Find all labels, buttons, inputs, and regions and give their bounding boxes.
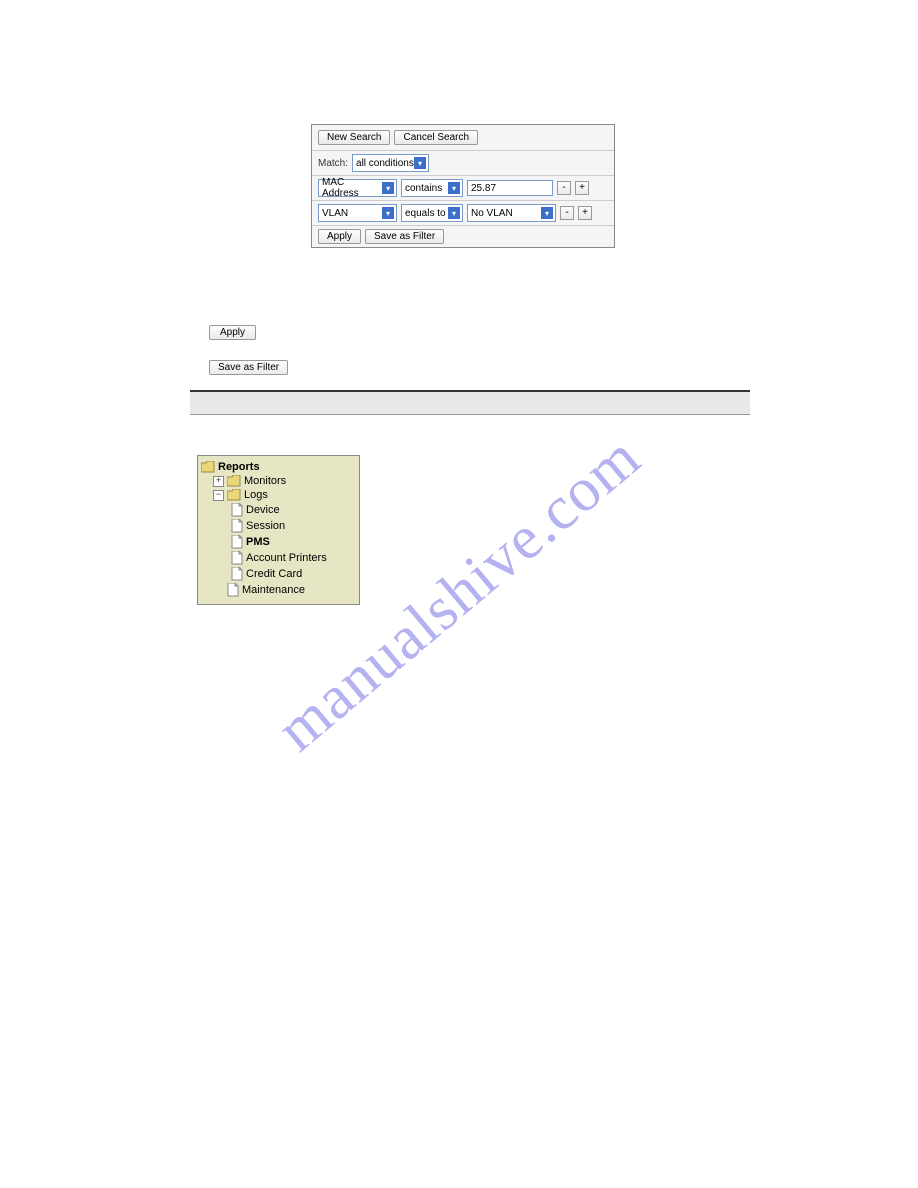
apply-button[interactable]: Apply — [209, 325, 256, 340]
value-select-2-value: No VLAN — [471, 208, 513, 219]
tree-item-session[interactable]: Session — [201, 518, 356, 534]
folder-open-icon — [201, 461, 215, 473]
tree-label-session: Session — [246, 520, 285, 532]
field-select-1-value: MAC Address — [322, 177, 382, 199]
value-select-2[interactable]: No VLAN ▾ — [467, 204, 556, 222]
tree-item-maintenance[interactable]: Maintenance — [201, 582, 356, 598]
collapse-icon[interactable]: − — [213, 490, 224, 501]
search-panel: New Search Cancel Search Match: all cond… — [311, 124, 615, 248]
criteria-row-1: MAC Address ▾ contains ▾ - + — [312, 176, 614, 201]
save-as-filter-button[interactable]: Save as Filter — [209, 360, 288, 375]
chevron-down-icon: ▾ — [448, 207, 460, 219]
match-select[interactable]: all conditions ▾ — [352, 154, 429, 172]
value-input-1[interactable] — [467, 180, 553, 196]
folder-open-icon — [227, 489, 241, 501]
tree-label-maintenance: Maintenance — [242, 584, 305, 596]
match-row: Match: all conditions ▾ — [312, 151, 614, 176]
file-icon — [227, 583, 239, 597]
criteria-row-2: VLAN ▾ equals to ▾ No VLAN ▾ - + — [312, 201, 614, 226]
navigation-tree: Reports + Monitors − Logs Device — [197, 455, 360, 605]
chevron-down-icon: ▾ — [382, 207, 394, 219]
tree-item-logs[interactable]: − Logs — [201, 488, 356, 502]
save-as-filter-button-panel[interactable]: Save as Filter — [365, 229, 444, 244]
op-select-1-value: contains — [405, 183, 442, 194]
tree-label-credit-card: Credit Card — [246, 568, 302, 580]
tree-label-monitors: Monitors — [244, 475, 286, 487]
tree-item-account-printers[interactable]: Account Printers — [201, 550, 356, 566]
add-criteria-button-2[interactable]: + — [578, 206, 592, 220]
file-icon — [231, 503, 243, 517]
match-select-value: all conditions — [356, 158, 414, 169]
tree-item-monitors[interactable]: + Monitors — [201, 474, 356, 488]
tree-label-account-printers: Account Printers — [246, 552, 327, 564]
search-topbar: New Search Cancel Search — [312, 125, 614, 151]
chevron-down-icon: ▾ — [414, 157, 426, 169]
op-select-2-value: equals to — [405, 208, 446, 219]
add-criteria-button-1[interactable]: + — [575, 181, 589, 195]
new-search-button[interactable]: New Search — [318, 130, 390, 145]
file-icon — [231, 519, 243, 533]
tree-item-credit-card[interactable]: Credit Card — [201, 566, 356, 582]
op-select-2[interactable]: equals to ▾ — [401, 204, 463, 222]
tree-item-device[interactable]: Device — [201, 502, 356, 518]
tree-item-reports[interactable]: Reports — [201, 460, 356, 474]
file-icon — [231, 535, 243, 549]
remove-criteria-button-1[interactable]: - — [557, 181, 571, 195]
chevron-down-icon: ▾ — [382, 182, 394, 194]
field-select-1[interactable]: MAC Address ▾ — [318, 179, 397, 197]
field-select-2-value: VLAN — [322, 208, 348, 219]
remove-criteria-button-2[interactable]: - — [560, 206, 574, 220]
cancel-search-button[interactable]: Cancel Search — [394, 130, 478, 145]
folder-icon — [227, 475, 241, 487]
tree-label-logs: Logs — [244, 489, 268, 501]
search-actions: Apply Save as Filter — [312, 226, 614, 247]
expand-icon[interactable]: + — [213, 476, 224, 487]
section-divider — [190, 390, 750, 415]
match-label: Match: — [318, 158, 348, 169]
file-icon — [231, 567, 243, 581]
chevron-down-icon: ▾ — [541, 207, 553, 219]
apply-button-panel[interactable]: Apply — [318, 229, 361, 244]
op-select-1[interactable]: contains ▾ — [401, 179, 463, 197]
tree-label-device: Device — [246, 504, 280, 516]
field-select-2[interactable]: VLAN ▾ — [318, 204, 397, 222]
chevron-down-icon: ▾ — [448, 182, 460, 194]
tree-label-reports: Reports — [218, 461, 260, 473]
file-icon — [231, 551, 243, 565]
tree-item-pms[interactable]: PMS — [201, 534, 356, 550]
tree-label-pms: PMS — [246, 536, 270, 548]
